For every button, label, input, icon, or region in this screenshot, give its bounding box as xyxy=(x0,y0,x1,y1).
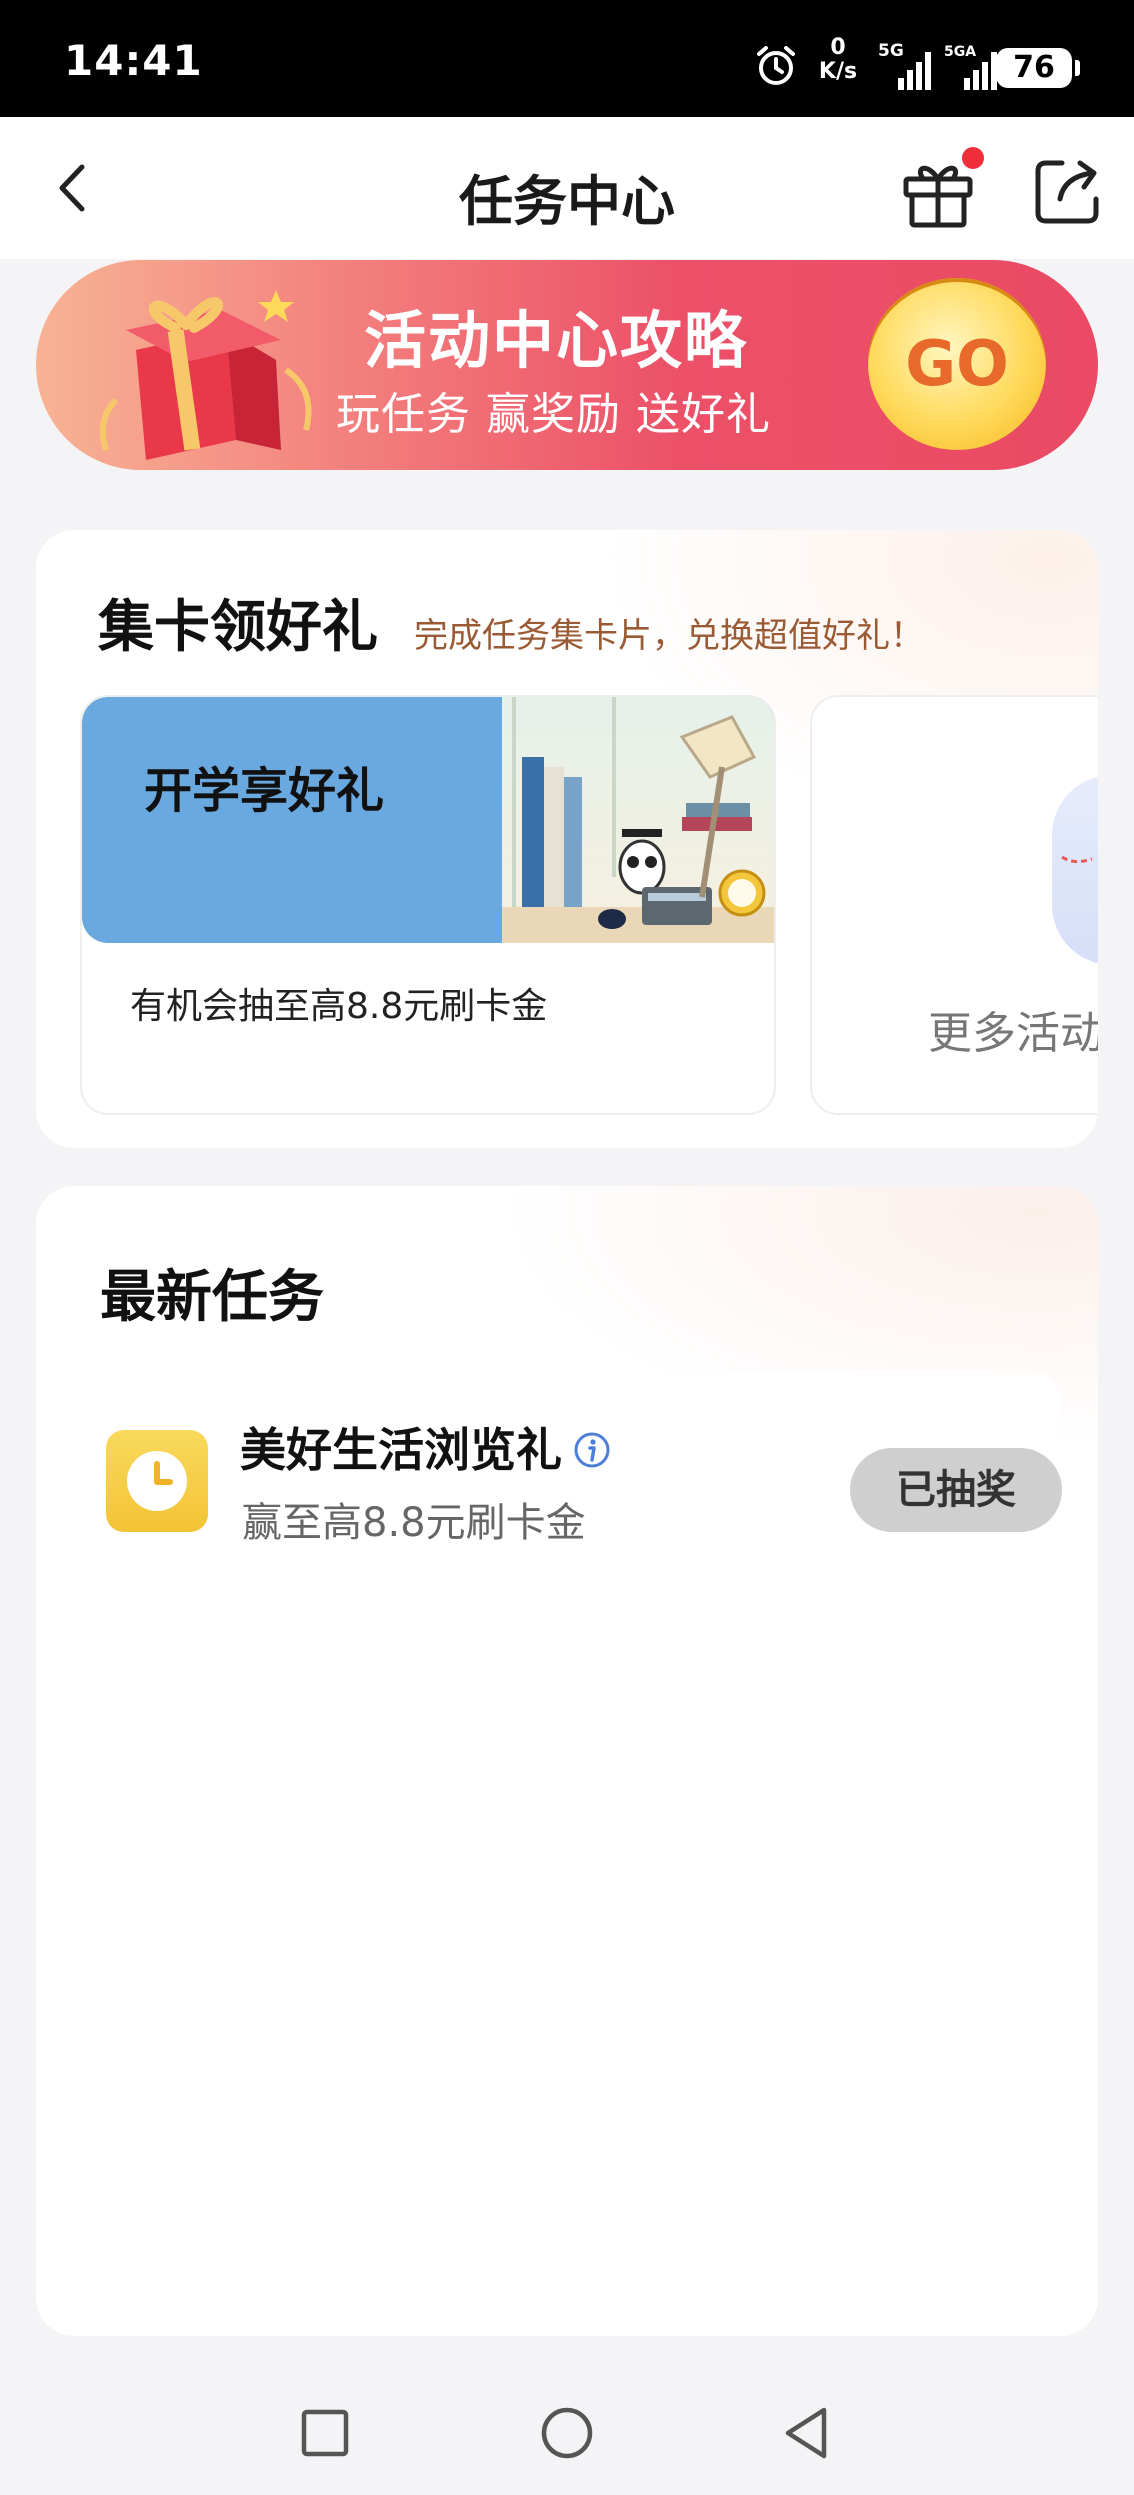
clock-icon xyxy=(127,1451,187,1511)
newest-tasks-title: 最新任务 xyxy=(100,1265,324,1330)
gift-icon xyxy=(903,165,973,228)
activity-guide-banner[interactable]: 活动中心攻略 玩任务 赢奖励 送好礼 GO xyxy=(36,260,1098,470)
nav-back-button[interactable] xyxy=(772,2398,842,2468)
back-to-school-card[interactable]: 开学享好礼 有机会抽至高8.8元刷卡金 xyxy=(80,695,776,1115)
circle-icon xyxy=(541,2407,593,2459)
net-speed: 0 K/s xyxy=(812,36,864,84)
task-row[interactable]: 美好生活浏览礼 赢至高8.8元刷卡金 已抽奖 xyxy=(76,1372,1062,1572)
gift-box-illustration xyxy=(99,290,312,460)
status-time: 14:41 xyxy=(64,36,203,85)
banner-title: 活动中心攻略 xyxy=(363,304,748,377)
app-header: 任务中心 xyxy=(0,117,1134,259)
info-icon[interactable] xyxy=(572,1430,612,1470)
share-icon xyxy=(1035,160,1099,224)
status-bar: 14:41 0 K/s 5G 5GA 76 xyxy=(0,0,1134,117)
task-icon xyxy=(106,1430,208,1532)
system-nav-bar xyxy=(0,2376,1134,2495)
share-button[interactable] xyxy=(1030,153,1104,227)
recent-apps-button[interactable] xyxy=(290,2398,360,2468)
collect-card-subtitle: 完成任务集卡片，兑换超值好礼！ xyxy=(414,616,924,656)
back-to-school-banner: 开学享好礼 xyxy=(82,697,774,943)
card-title: 开学享好礼 xyxy=(144,763,385,819)
more-activities-label: 更多活动 xyxy=(928,1008,1098,1059)
task-description: 赢至高8.8元刷卡金 xyxy=(242,1500,586,1546)
signal-5ga-icon: 5GA xyxy=(944,44,997,90)
home-button[interactable] xyxy=(532,2398,602,2468)
battery-indicator: 76 xyxy=(996,48,1080,88)
go-button[interactable]: GO xyxy=(868,278,1046,450)
signal-2-label: 5GA xyxy=(944,44,976,60)
square-icon xyxy=(301,2409,349,2457)
card-description: 有机会抽至高8.8元刷卡金 xyxy=(130,986,548,1027)
triangle-back-icon xyxy=(785,2407,827,2459)
newest-tasks-section: 最新任务 美好生活浏览礼 赢至高8.8元刷卡金 已抽奖 xyxy=(36,1186,1098,2336)
banner-subtitle: 玩任务 赢奖励 送好礼 xyxy=(336,389,771,440)
signal-5g-icon: 5G xyxy=(878,41,931,90)
alarm-icon xyxy=(757,46,795,85)
collect-card-title: 集卡领好礼 xyxy=(98,595,378,660)
collect-card-section: 集卡领好礼 完成任务集卡片，兑换超值好礼！ 开学享好礼 有机会抽至高8.8元刷卡… xyxy=(36,530,1098,1148)
notification-dot xyxy=(962,147,984,169)
signal-1-label: 5G xyxy=(878,41,904,61)
net-speed-unit: K/s xyxy=(818,59,858,84)
task-name: 美好生活浏览礼 xyxy=(240,1423,562,1477)
more-activities-card[interactable]: 更多活动 xyxy=(810,695,1098,1115)
net-speed-value: 0 xyxy=(830,35,846,60)
task-status-button[interactable]: 已抽奖 xyxy=(850,1448,1062,1532)
